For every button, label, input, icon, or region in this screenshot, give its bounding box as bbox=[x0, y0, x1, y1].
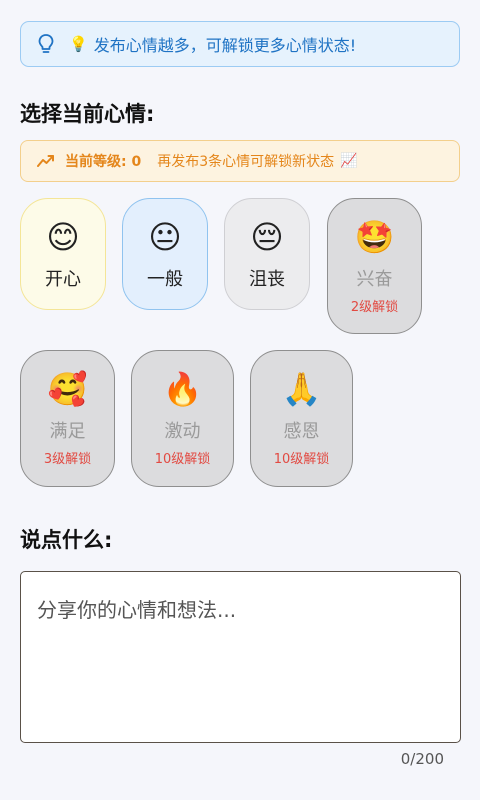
star-struck-face-icon: 🤩 bbox=[354, 218, 395, 256]
lightbulb-icon bbox=[38, 34, 54, 53]
character-counter: 0/200 bbox=[400, 750, 444, 768]
unlock-requirement: 3级解锁 bbox=[43, 452, 92, 467]
level-hint: 再发布3条心情可解锁新状态 bbox=[157, 154, 335, 170]
mood-card-dejected[interactable]: 😔 沮丧 bbox=[224, 198, 310, 310]
unlock-requirement: 10级解锁 bbox=[154, 452, 211, 467]
mood-label: 激动 bbox=[164, 421, 201, 442]
smiling-face-with-hearts-icon: 🥰 bbox=[47, 370, 88, 408]
mood-card-content-locked[interactable]: 🥰 满足 3级解锁 bbox=[20, 350, 115, 487]
tip-text: 发布心情越多，可解锁更多心情状态! bbox=[93, 36, 357, 55]
unlock-requirement: 10级解锁 bbox=[273, 452, 330, 467]
say-section-title: 说点什么: bbox=[20, 528, 113, 552]
mood-card-neutral[interactable]: 😐 一般 bbox=[122, 198, 208, 310]
mood-card-excited-locked[interactable]: 🤩 兴奋 2级解锁 bbox=[327, 198, 422, 334]
mood-card-thrilled-locked[interactable]: 🔥 激动 10级解锁 bbox=[131, 350, 234, 487]
pensive-face-icon: 😔 bbox=[250, 218, 284, 256]
current-level: 当前等级: 0 bbox=[65, 154, 142, 170]
mood-text-input[interactable] bbox=[20, 571, 461, 743]
mood-label: 满足 bbox=[49, 421, 86, 442]
neutral-face-icon: 😐 bbox=[148, 218, 182, 256]
tip-banner: 💡 发布心情越多，可解锁更多心情状态! bbox=[20, 21, 460, 67]
folded-hands-icon: 🙏 bbox=[281, 370, 322, 408]
bulb-emoji-icon: 💡 bbox=[69, 35, 88, 53]
mood-label: 兴奋 bbox=[356, 269, 393, 290]
mood-label: 一般 bbox=[147, 269, 183, 290]
unlock-requirement: 2级解锁 bbox=[350, 300, 399, 315]
mood-card-happy[interactable]: 😊 开心 bbox=[20, 198, 106, 310]
mood-label: 沮丧 bbox=[249, 269, 285, 290]
chart-increasing-icon: 📈 bbox=[340, 153, 358, 169]
level-banner: 当前等级: 0 再发布3条心情可解锁新状态 📈 bbox=[20, 140, 460, 182]
fire-icon: 🔥 bbox=[162, 370, 203, 408]
mood-section-title: 选择当前心情: bbox=[20, 102, 155, 126]
mood-label: 开心 bbox=[45, 269, 81, 290]
smiling-face-icon: 😊 bbox=[46, 218, 80, 256]
mood-label: 感恩 bbox=[283, 421, 320, 442]
trending-up-icon bbox=[37, 155, 54, 167]
mood-card-grateful-locked[interactable]: 🙏 感恩 10级解锁 bbox=[250, 350, 353, 487]
